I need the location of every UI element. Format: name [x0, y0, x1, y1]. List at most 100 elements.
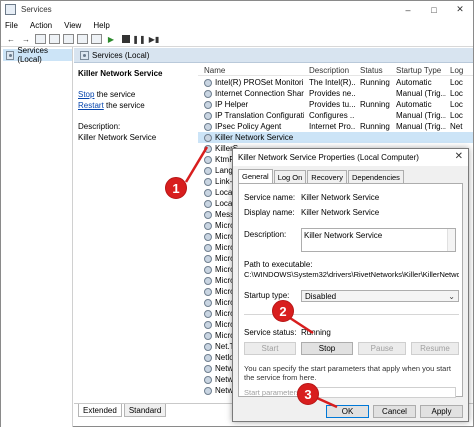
start-parameters-hint: You can specify the start parameters tha…	[244, 364, 451, 382]
column-header-description[interactable]: Description	[309, 66, 349, 75]
menu-action[interactable]: Action	[30, 21, 52, 30]
cancel-button[interactable]: Cancel	[373, 405, 416, 418]
step-marker-2: 2	[272, 300, 294, 322]
service-name-cell: IP Helper	[204, 100, 304, 109]
table-row[interactable]: IP Translation Configuratio... Configures…	[198, 110, 473, 121]
service-name-text: Killer Network Service	[215, 133, 294, 142]
column-header-log-on-as[interactable]: Log	[450, 66, 463, 75]
dialog-tabs: General Log On Recovery Dependencies	[238, 169, 405, 183]
dialog-title-bar: Killer Network Service Properties (Local…	[233, 149, 468, 166]
table-row[interactable]: IPsec Policy Agent Internet Pro... Running…	[198, 121, 473, 132]
tab-general[interactable]: General	[238, 169, 273, 183]
menu-view[interactable]: View	[64, 21, 81, 30]
step-marker-1: 1	[165, 177, 187, 199]
gear-icon	[204, 188, 212, 197]
tab-standard[interactable]: Standard	[123, 404, 167, 417]
service-description-cell: Provides tu...	[309, 100, 355, 109]
toolbar: ← → ▶ ❚❚ ▶▮	[1, 32, 473, 47]
resume-button[interactable]: Resume	[411, 342, 459, 355]
console-tree: Services (Local)	[1, 46, 73, 427]
service-status-label: Service status:	[244, 328, 297, 337]
gear-icon	[204, 353, 212, 362]
service-status-cell: Running	[360, 122, 390, 131]
refresh-icon[interactable]	[49, 34, 60, 44]
gear-icon	[204, 166, 212, 175]
service-name-label: Service name:	[244, 193, 296, 202]
help-icon[interactable]	[77, 34, 88, 44]
pause-icon[interactable]: ❚❚	[132, 34, 145, 45]
stop-service-link[interactable]: Stop	[78, 90, 94, 99]
service-description-cell: Internet Pro...	[309, 122, 355, 131]
stop-service-suffix: the service	[94, 90, 136, 99]
restart-service-line: Restart the service	[78, 101, 194, 110]
menu-file[interactable]: File	[5, 21, 18, 30]
start-parameters-input[interactable]	[301, 387, 456, 398]
table-row[interactable]: Internet Connection Sharin... Provides ne…	[198, 88, 473, 99]
service-name-cell: Internet Connection Sharin...	[204, 89, 304, 98]
column-header-startup-type[interactable]: Startup Type	[396, 66, 441, 75]
service-status-cell: Running	[360, 78, 390, 87]
gear-icon	[204, 221, 212, 230]
maximize-button[interactable]: □	[421, 1, 447, 18]
back-arrow-icon[interactable]: ←	[5, 34, 17, 45]
restart-service-suffix: the service	[103, 101, 145, 110]
play-icon[interactable]: ▶	[105, 34, 117, 45]
start-button[interactable]: Start	[244, 342, 296, 355]
description-text: Killer Network Service	[78, 133, 157, 142]
display-name-value: Killer Network Service	[301, 208, 380, 217]
apply-button[interactable]: Apply	[420, 405, 463, 418]
menu-help[interactable]: Help	[93, 21, 109, 30]
service-description-cell: The Intel(R)...	[309, 78, 355, 87]
info-icon[interactable]	[91, 34, 102, 44]
column-header-status[interactable]: Status	[360, 66, 383, 75]
service-startup-cell: Automatic	[396, 78, 432, 87]
restart-service-link[interactable]: Restart	[78, 101, 104, 110]
minimize-button[interactable]: –	[395, 1, 421, 18]
tab-recovery[interactable]: Recovery	[307, 170, 347, 183]
description-label: Description:	[78, 122, 121, 131]
dialog-close-button[interactable]: ✕	[455, 151, 463, 162]
close-button[interactable]: ✕	[447, 1, 473, 18]
gear-icon	[204, 320, 212, 329]
description-field-value: Killer Network Service	[304, 231, 383, 240]
forward-arrow-icon[interactable]: →	[20, 34, 32, 45]
tab-dependencies[interactable]: Dependencies	[347, 170, 404, 183]
gear-icon	[204, 133, 212, 142]
table-row[interactable]: Killer Network Service	[198, 132, 473, 143]
general-tab-panel: Service name: Killer Network Service Dis…	[238, 183, 463, 398]
tab-log-on[interactable]: Log On	[273, 170, 307, 183]
display-name-label: Display name:	[244, 208, 295, 217]
services-node-icon	[6, 50, 15, 60]
service-name-text: IP Helper	[215, 100, 249, 109]
description-scrollbar[interactable]	[447, 229, 455, 251]
tab-extended[interactable]: Extended	[78, 404, 122, 417]
pause-button[interactable]: Pause	[358, 342, 406, 355]
gear-icon	[204, 375, 212, 384]
gear-icon	[204, 243, 212, 252]
properties-icon[interactable]	[35, 34, 46, 44]
service-name-cell: Killer Network Service	[204, 133, 304, 142]
stop-service-line: Stop the service	[78, 90, 194, 99]
stop-icon[interactable]	[122, 35, 130, 43]
tree-node-services-local[interactable]: Services (Local)	[3, 46, 72, 64]
column-header-name[interactable]: Name	[204, 66, 225, 75]
description-textbox[interactable]: Killer Network Service	[301, 228, 456, 252]
properties-dialog: Killer Network Service Properties (Local…	[232, 148, 469, 422]
export-icon[interactable]	[63, 34, 74, 44]
restart-icon[interactable]: ▶▮	[148, 34, 160, 45]
service-startup-cell: Manual (Trig...	[396, 111, 446, 120]
menu-bar: File Action View Help	[1, 18, 473, 32]
chevron-down-icon: ⌄	[448, 292, 455, 301]
service-status-value: Running	[301, 328, 331, 337]
ok-button[interactable]: OK	[326, 405, 369, 418]
service-description-cell: Configures ...	[309, 111, 355, 120]
gear-icon	[204, 155, 212, 164]
service-startup-cell: Automatic	[396, 100, 432, 109]
gear-icon	[204, 144, 212, 153]
stop-button[interactable]: Stop	[301, 342, 353, 355]
path-label: Path to executable:	[244, 260, 313, 269]
table-row[interactable]: IP Helper Provides tu... Running Automatic L…	[198, 99, 473, 110]
table-row[interactable]: Intel(R) PROSet Monitoring ... The Intel(…	[198, 77, 473, 88]
startup-type-select[interactable]: Disabled ⌄	[301, 290, 459, 302]
gear-icon	[204, 265, 212, 274]
